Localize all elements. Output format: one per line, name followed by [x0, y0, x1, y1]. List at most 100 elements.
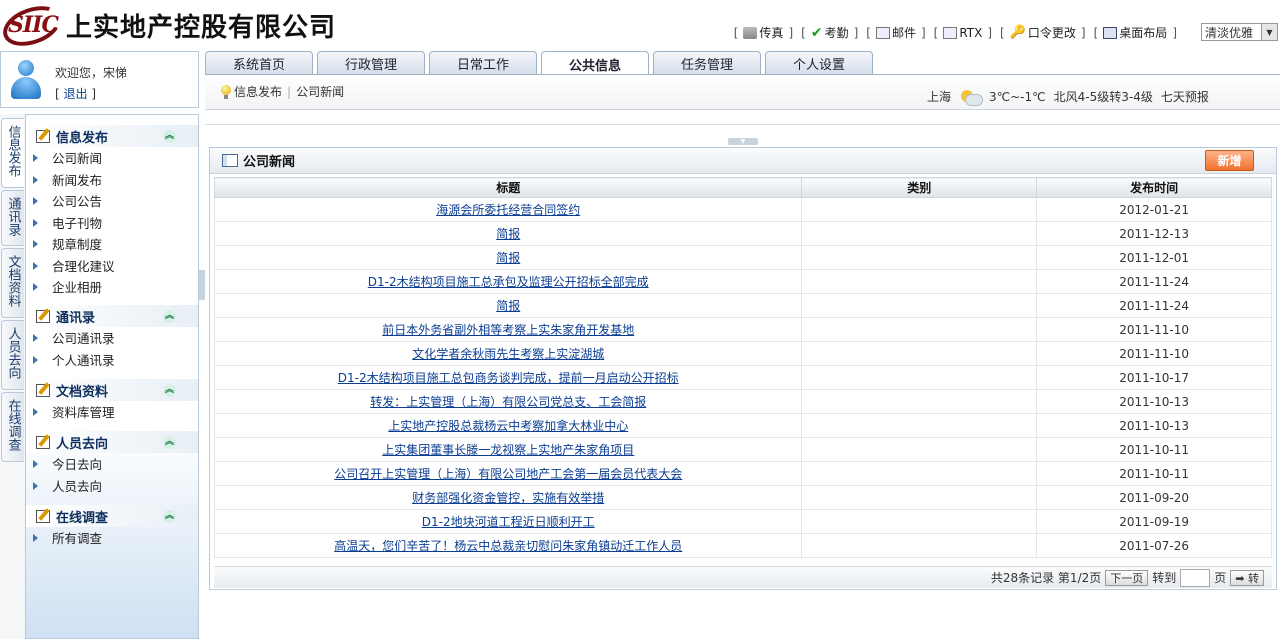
- chevron-down-icon[interactable]: ▼: [1261, 24, 1277, 40]
- news-title-link[interactable]: 高温天，您们辛苦了！杨云中总裁亲切慰问朱家角镇动迁工作人员: [334, 539, 682, 553]
- tab-home[interactable]: 系统首页: [205, 51, 313, 75]
- tab-public-info[interactable]: 公共信息: [541, 51, 649, 76]
- news-title-link[interactable]: 上实集团董事长滕一龙视察上实地产朱家角项目: [382, 443, 634, 457]
- news-title-link[interactable]: D1-2地块河道工程近日顺利开工: [422, 515, 595, 529]
- top-link-rtx[interactable]: RTX: [943, 26, 982, 40]
- siic-logo-icon: SIIC: [0, 0, 67, 54]
- news-title-link[interactable]: 简报: [496, 227, 520, 241]
- nav-item[interactable]: 公司通讯录: [26, 327, 198, 349]
- news-date-cell: 2011-10-13: [1036, 413, 1272, 438]
- edit-icon: [36, 383, 50, 397]
- bracket: [: [933, 25, 939, 40]
- nav-item[interactable]: 新闻发布: [26, 169, 198, 191]
- vtab-contacts[interactable]: 通讯录: [1, 190, 24, 246]
- table-row: D1-2地块河道工程近日顺利开工 2011-09-19: [213, 509, 1272, 534]
- nav-item[interactable]: 公司公告: [26, 190, 198, 212]
- news-title-link[interactable]: 简报: [496, 299, 520, 313]
- nav-item[interactable]: 电子刊物: [26, 212, 198, 234]
- news-date-cell: 2011-10-11: [1036, 437, 1272, 462]
- table-row: 简报 2011-12-13: [213, 221, 1272, 246]
- news-title-link[interactable]: 转发：上实管理（上海）有限公司党总支、工会简报: [370, 395, 646, 409]
- collapse-up-icon[interactable]: ︽: [163, 384, 176, 397]
- news-title-link[interactable]: 海源会所委托经营合同签约: [436, 203, 580, 217]
- add-news-button[interactable]: 新增: [1205, 150, 1254, 171]
- news-title-cell: D1-2地块河道工程近日顺利开工: [213, 509, 803, 534]
- company-logo: SIIC 上实地产控股有限公司: [0, 0, 336, 54]
- page-number-input[interactable]: [1180, 568, 1211, 587]
- nav-group-title: 人员去向: [56, 436, 109, 452]
- nav-group-title: 通讯录: [56, 310, 96, 326]
- collapse-up-icon[interactable]: ︽: [163, 310, 176, 323]
- nav-item[interactable]: 所有调查: [26, 527, 198, 549]
- tab-personal-settings[interactable]: 个人设置: [765, 51, 873, 75]
- nav-item[interactable]: 合理化建议: [26, 255, 198, 277]
- column-header-category[interactable]: 类别: [801, 177, 1038, 198]
- nav-item[interactable]: 规章制度: [26, 233, 198, 255]
- pager: 共28条记录 第1/2页 下一页 转到 页 ➡ 转: [214, 566, 1272, 588]
- breadcrumb-item[interactable]: 信息发布: [234, 83, 282, 100]
- nav-item[interactable]: 人员去向: [26, 475, 198, 497]
- nav-item[interactable]: 公司新闻: [26, 147, 198, 169]
- column-header-date[interactable]: 发布时间: [1036, 177, 1272, 198]
- breadcrumb-item[interactable]: 公司新闻: [296, 83, 344, 100]
- breadcrumb-bar: 信息发布 | 公司新闻 上海 3℃~-1℃ 北风4-5级转3-4级 七天预报: [205, 75, 1280, 110]
- top-link-desktop[interactable]: 桌面布局: [1103, 24, 1167, 41]
- news-category-cell: [801, 221, 1038, 246]
- news-category-cell: [801, 341, 1038, 366]
- vtab-online-survey[interactable]: 在线调查: [1, 392, 24, 462]
- nav-group-header[interactable]: 人员去向 ︽: [26, 431, 198, 453]
- news-title-link[interactable]: 上实地产控股总裁杨云中考察加拿大林业中心: [388, 419, 628, 433]
- news-title-link[interactable]: D1-2木结构项目施工总承包及监理公开招标全部完成: [368, 275, 649, 289]
- nav-item[interactable]: 个人通讯录: [26, 349, 198, 371]
- news-title-link[interactable]: 简报: [496, 251, 520, 265]
- news-title-link[interactable]: 前日本外务省副外相等考察上实朱家角开发基地: [382, 323, 634, 337]
- bulb-icon: [221, 84, 231, 99]
- collapse-up-icon[interactable]: ︽: [163, 436, 176, 449]
- table-row: 上实地产控股总裁杨云中考察加拿大林业中心 2011-10-13: [213, 413, 1272, 438]
- skin-select[interactable]: 清淡优雅 ▼: [1201, 23, 1278, 41]
- top-link-key[interactable]: 🔑 口令更改: [1010, 24, 1076, 41]
- top-link-mail[interactable]: 邮件: [875, 24, 916, 41]
- skin-select-value: 清淡优雅: [1205, 25, 1254, 40]
- collapse-up-icon[interactable]: ︽: [163, 130, 176, 143]
- news-title-cell: 前日本外务省副外相等考察上实朱家角开发基地: [213, 317, 803, 342]
- nav-item[interactable]: 今日去向: [26, 453, 198, 475]
- news-title-cell: 上实地产控股总裁杨云中考察加拿大林业中心: [213, 413, 803, 438]
- news-title-link[interactable]: 财务部强化资金管控，实施有效举措: [412, 491, 604, 505]
- nav-item[interactable]: 企业相册: [26, 276, 198, 298]
- news-title-cell: 转发：上实管理（上海）有限公司党总支、工会简报: [213, 389, 803, 414]
- partly-cloudy-icon: [959, 89, 984, 106]
- breadcrumb: 信息发布 | 公司新闻: [221, 83, 344, 100]
- goto-page-button[interactable]: ➡ 转: [1230, 569, 1264, 586]
- collapse-left-handle[interactable]: [199, 270, 205, 300]
- top-link-label: 考勤: [824, 26, 849, 40]
- news-category-cell: [801, 365, 1038, 390]
- nav-group-header[interactable]: 信息发布 ︽: [26, 125, 198, 147]
- collapse-up-icon[interactable]: ︽: [163, 510, 176, 523]
- nav-group-title: 文档资料: [56, 384, 109, 400]
- vtab-info-publish[interactable]: 信息发布: [1, 118, 24, 188]
- news-title-link[interactable]: 公司召开上实管理（上海）有限公司地产工会第一届会员代表大会: [334, 467, 682, 481]
- tab-admin[interactable]: 行政管理: [317, 51, 425, 75]
- top-link-check[interactable]: ✔ 考勤: [811, 24, 849, 41]
- tab-tasks[interactable]: 任务管理: [653, 51, 761, 75]
- logout-link[interactable]: 退出: [64, 87, 88, 101]
- vtab-documents[interactable]: 文档资料: [1, 248, 24, 318]
- nav-item[interactable]: 资料库管理: [26, 401, 198, 423]
- news-title-link[interactable]: D1-2木结构项目施工总包商务谈判完成，提前一月启动公开招标: [338, 371, 679, 385]
- nav-group-header[interactable]: 通讯录 ︽: [26, 305, 198, 327]
- left-nav: 信息发布 ︽ 公司新闻 新闻发布 公司公告 电子刊物 规章制度 合理化建议 企业相册通讯录 ︽ 公司…: [25, 114, 199, 639]
- desktop-icon: [1103, 26, 1118, 39]
- nav-group-header[interactable]: 在线调查 ︽: [26, 505, 198, 527]
- nav-group: 通讯录 ︽ 公司通讯录 个人通讯录: [26, 305, 198, 370]
- nav-group-header[interactable]: 文档资料 ︽: [26, 379, 198, 401]
- collapse-top-handle[interactable]: ▼: [728, 138, 758, 145]
- column-header-title[interactable]: 标题: [213, 177, 803, 198]
- top-link-fax[interactable]: 传真: [743, 24, 783, 41]
- next-page-button[interactable]: 下一页: [1105, 569, 1149, 586]
- tab-daily-work[interactable]: 日常工作: [429, 51, 537, 75]
- news-category-cell: [801, 389, 1038, 414]
- vtab-staff-whereabouts[interactable]: 人员去向: [1, 320, 24, 390]
- weather-forecast-link[interactable]: 七天预报: [1161, 88, 1209, 105]
- news-title-link[interactable]: 文化学者余秋雨先生考察上实淀湖城: [412, 347, 604, 361]
